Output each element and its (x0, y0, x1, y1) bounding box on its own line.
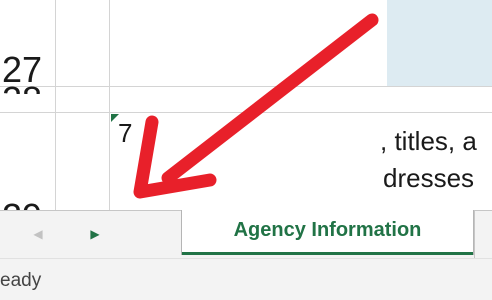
row-number: 28 (2, 82, 42, 94)
sheet-tab-agency-information[interactable]: Agency Information (181, 210, 474, 255)
worksheet-grid[interactable]: 27 28 29 7 , titles, a dresses (0, 0, 492, 210)
column-divider (109, 0, 110, 210)
row-divider (0, 86, 492, 87)
sheet-tab-label: Agency Information (233, 219, 422, 241)
cell-value[interactable]: dresses (383, 165, 474, 191)
sheet-tab-bar: ◀ ▶ Agency Information (0, 210, 492, 258)
column-divider (55, 0, 56, 210)
status-bar: eady (0, 258, 492, 300)
cell-value[interactable]: 7 (118, 120, 132, 146)
row-number: 29 (2, 199, 42, 210)
highlighted-cell[interactable] (387, 0, 492, 86)
cell-value[interactable]: , titles, a (380, 128, 477, 154)
scroll-right-icon[interactable]: ▶ (87, 224, 103, 244)
status-text: eady (0, 270, 42, 291)
scroll-left-icon[interactable]: ◀ (30, 224, 46, 244)
row-divider (0, 112, 492, 113)
active-tab-indicator (182, 252, 473, 255)
